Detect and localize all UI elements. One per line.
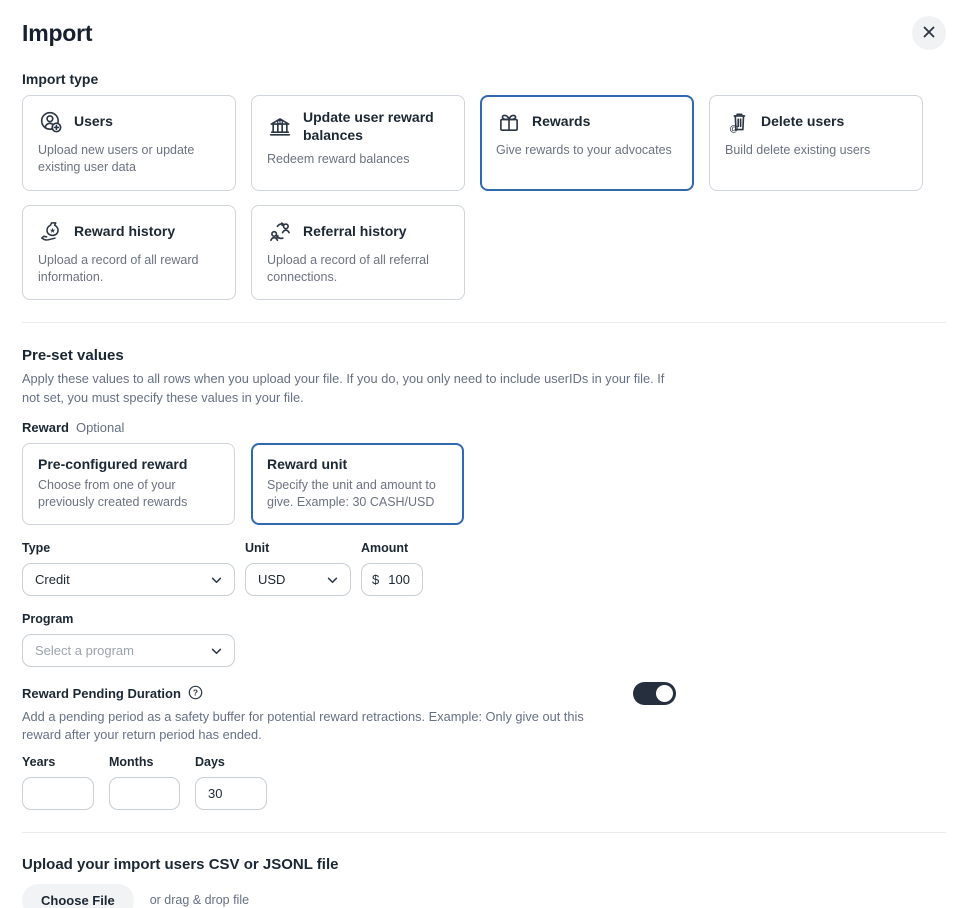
- card-description: Upload a record of all referral connecti…: [267, 252, 449, 287]
- unit-select-value: USD: [258, 572, 285, 587]
- preconfigured-reward-card[interactable]: Pre-configured reward Choose from one of…: [22, 443, 235, 525]
- import-dialog: Import Import type Users: [0, 16, 970, 908]
- card-title: Update user reward balances: [303, 109, 449, 144]
- svg-text:★: ★: [50, 227, 56, 234]
- chevron-down-icon: [211, 643, 222, 658]
- import-type-card-delete-users[interactable]: @ Delete users Build delete existing use…: [709, 95, 923, 191]
- card-title: Reward history: [74, 223, 175, 241]
- import-type-label: Import type: [22, 71, 946, 87]
- card-description: Choose from one of your previously creat…: [38, 477, 219, 512]
- referral-history-icon: [267, 219, 293, 245]
- chevron-down-icon: [327, 572, 338, 587]
- import-type-card-rewards[interactable]: Rewards Give rewards to your advocates: [480, 95, 694, 191]
- reward-unit-fields: Type Credit Unit USD Amount $ 100: [22, 541, 946, 596]
- pending-duration-label: Reward Pending Duration: [22, 686, 181, 701]
- card-description: Upload a record of all reward informatio…: [38, 252, 220, 287]
- card-description: Upload new users or update existing user…: [38, 142, 220, 177]
- card-title: Users: [74, 113, 113, 131]
- amount-input[interactable]: $ 100: [361, 563, 423, 596]
- close-icon: [922, 25, 936, 42]
- type-select-value: Credit: [35, 572, 70, 587]
- days-label: Days: [195, 755, 267, 769]
- card-description: Give rewards to your advocates: [496, 142, 678, 159]
- card-title: Referral history: [303, 223, 406, 241]
- upload-heading: Upload your import users CSV or JSONL fi…: [22, 856, 946, 873]
- amount-value: 100: [388, 572, 410, 587]
- chevron-down-icon: [211, 572, 222, 587]
- import-type-card-reward-history[interactable]: ★ Reward history Upload a record of all …: [22, 205, 236, 301]
- import-type-card-users[interactable]: Users Upload new users or update existin…: [22, 95, 236, 191]
- reward-option-cards: Pre-configured reward Choose from one of…: [22, 443, 946, 525]
- gift-icon: [496, 109, 522, 135]
- help-icon[interactable]: ?: [188, 685, 203, 703]
- close-button[interactable]: [912, 16, 946, 50]
- program-select-placeholder: Select a program: [35, 643, 134, 658]
- pending-duration-toggle[interactable]: [633, 682, 676, 705]
- reward-optional-badge: Optional: [76, 420, 124, 435]
- program-field: Program Select a program: [22, 612, 235, 667]
- reward-pending-duration-section: Reward Pending Duration ? Add a pending …: [22, 685, 946, 810]
- months-input[interactable]: [109, 777, 180, 810]
- bank-icon: $: [267, 114, 293, 140]
- section-divider: [22, 322, 946, 323]
- type-label: Type: [22, 541, 235, 555]
- card-title: Reward unit: [267, 456, 448, 472]
- card-title: Delete users: [761, 113, 844, 131]
- program-select[interactable]: Select a program: [22, 634, 235, 667]
- user-add-icon: [38, 109, 64, 135]
- reward-label: Reward: [22, 420, 69, 435]
- card-description: Redeem reward balances: [267, 151, 449, 168]
- days-input[interactable]: [195, 777, 267, 810]
- pending-duration-description: Add a pending period as a safety buffer …: [22, 708, 622, 745]
- toggle-knob: [656, 685, 673, 702]
- import-type-card-referral-history[interactable]: Referral history Upload a record of all …: [251, 205, 465, 301]
- reward-history-icon: ★: [38, 219, 64, 245]
- program-label: Program: [22, 612, 235, 626]
- type-select[interactable]: Credit: [22, 563, 235, 596]
- card-title: Pre-configured reward: [38, 456, 219, 472]
- card-description: Specify the unit and amount to give. Exa…: [267, 477, 448, 512]
- duration-inputs: Years Months Days: [22, 755, 946, 810]
- choose-file-button[interactable]: Choose File: [22, 884, 134, 908]
- reward-field-label-row: Reward Optional: [22, 420, 946, 435]
- preset-values-heading: Pre-set values: [22, 347, 946, 364]
- months-label: Months: [109, 755, 180, 769]
- section-divider: [22, 832, 946, 833]
- years-input[interactable]: [22, 777, 94, 810]
- import-type-card-update-balances[interactable]: $ Update user reward balances Redeem rew…: [251, 95, 465, 191]
- unit-label: Unit: [245, 541, 351, 555]
- preset-values-description: Apply these values to all rows when you …: [22, 370, 670, 407]
- unit-select[interactable]: USD: [245, 563, 351, 596]
- amount-label: Amount: [361, 541, 423, 555]
- reward-unit-card[interactable]: Reward unit Specify the unit and amount …: [251, 443, 464, 525]
- import-type-cards: Users Upload new users or update existin…: [22, 95, 946, 300]
- svg-text:?: ?: [193, 687, 198, 697]
- delete-user-icon: @: [725, 109, 751, 135]
- card-title: Rewards: [532, 113, 590, 131]
- card-description: Build delete existing users: [725, 142, 907, 159]
- dialog-header: Import: [22, 16, 946, 50]
- years-label: Years: [22, 755, 94, 769]
- currency-prefix: $: [372, 572, 379, 587]
- upload-controls: Choose File or drag & drop file: [22, 884, 946, 908]
- drag-drop-text: or drag & drop file: [150, 893, 249, 907]
- page-title: Import: [22, 20, 92, 47]
- svg-text:@: @: [730, 123, 739, 133]
